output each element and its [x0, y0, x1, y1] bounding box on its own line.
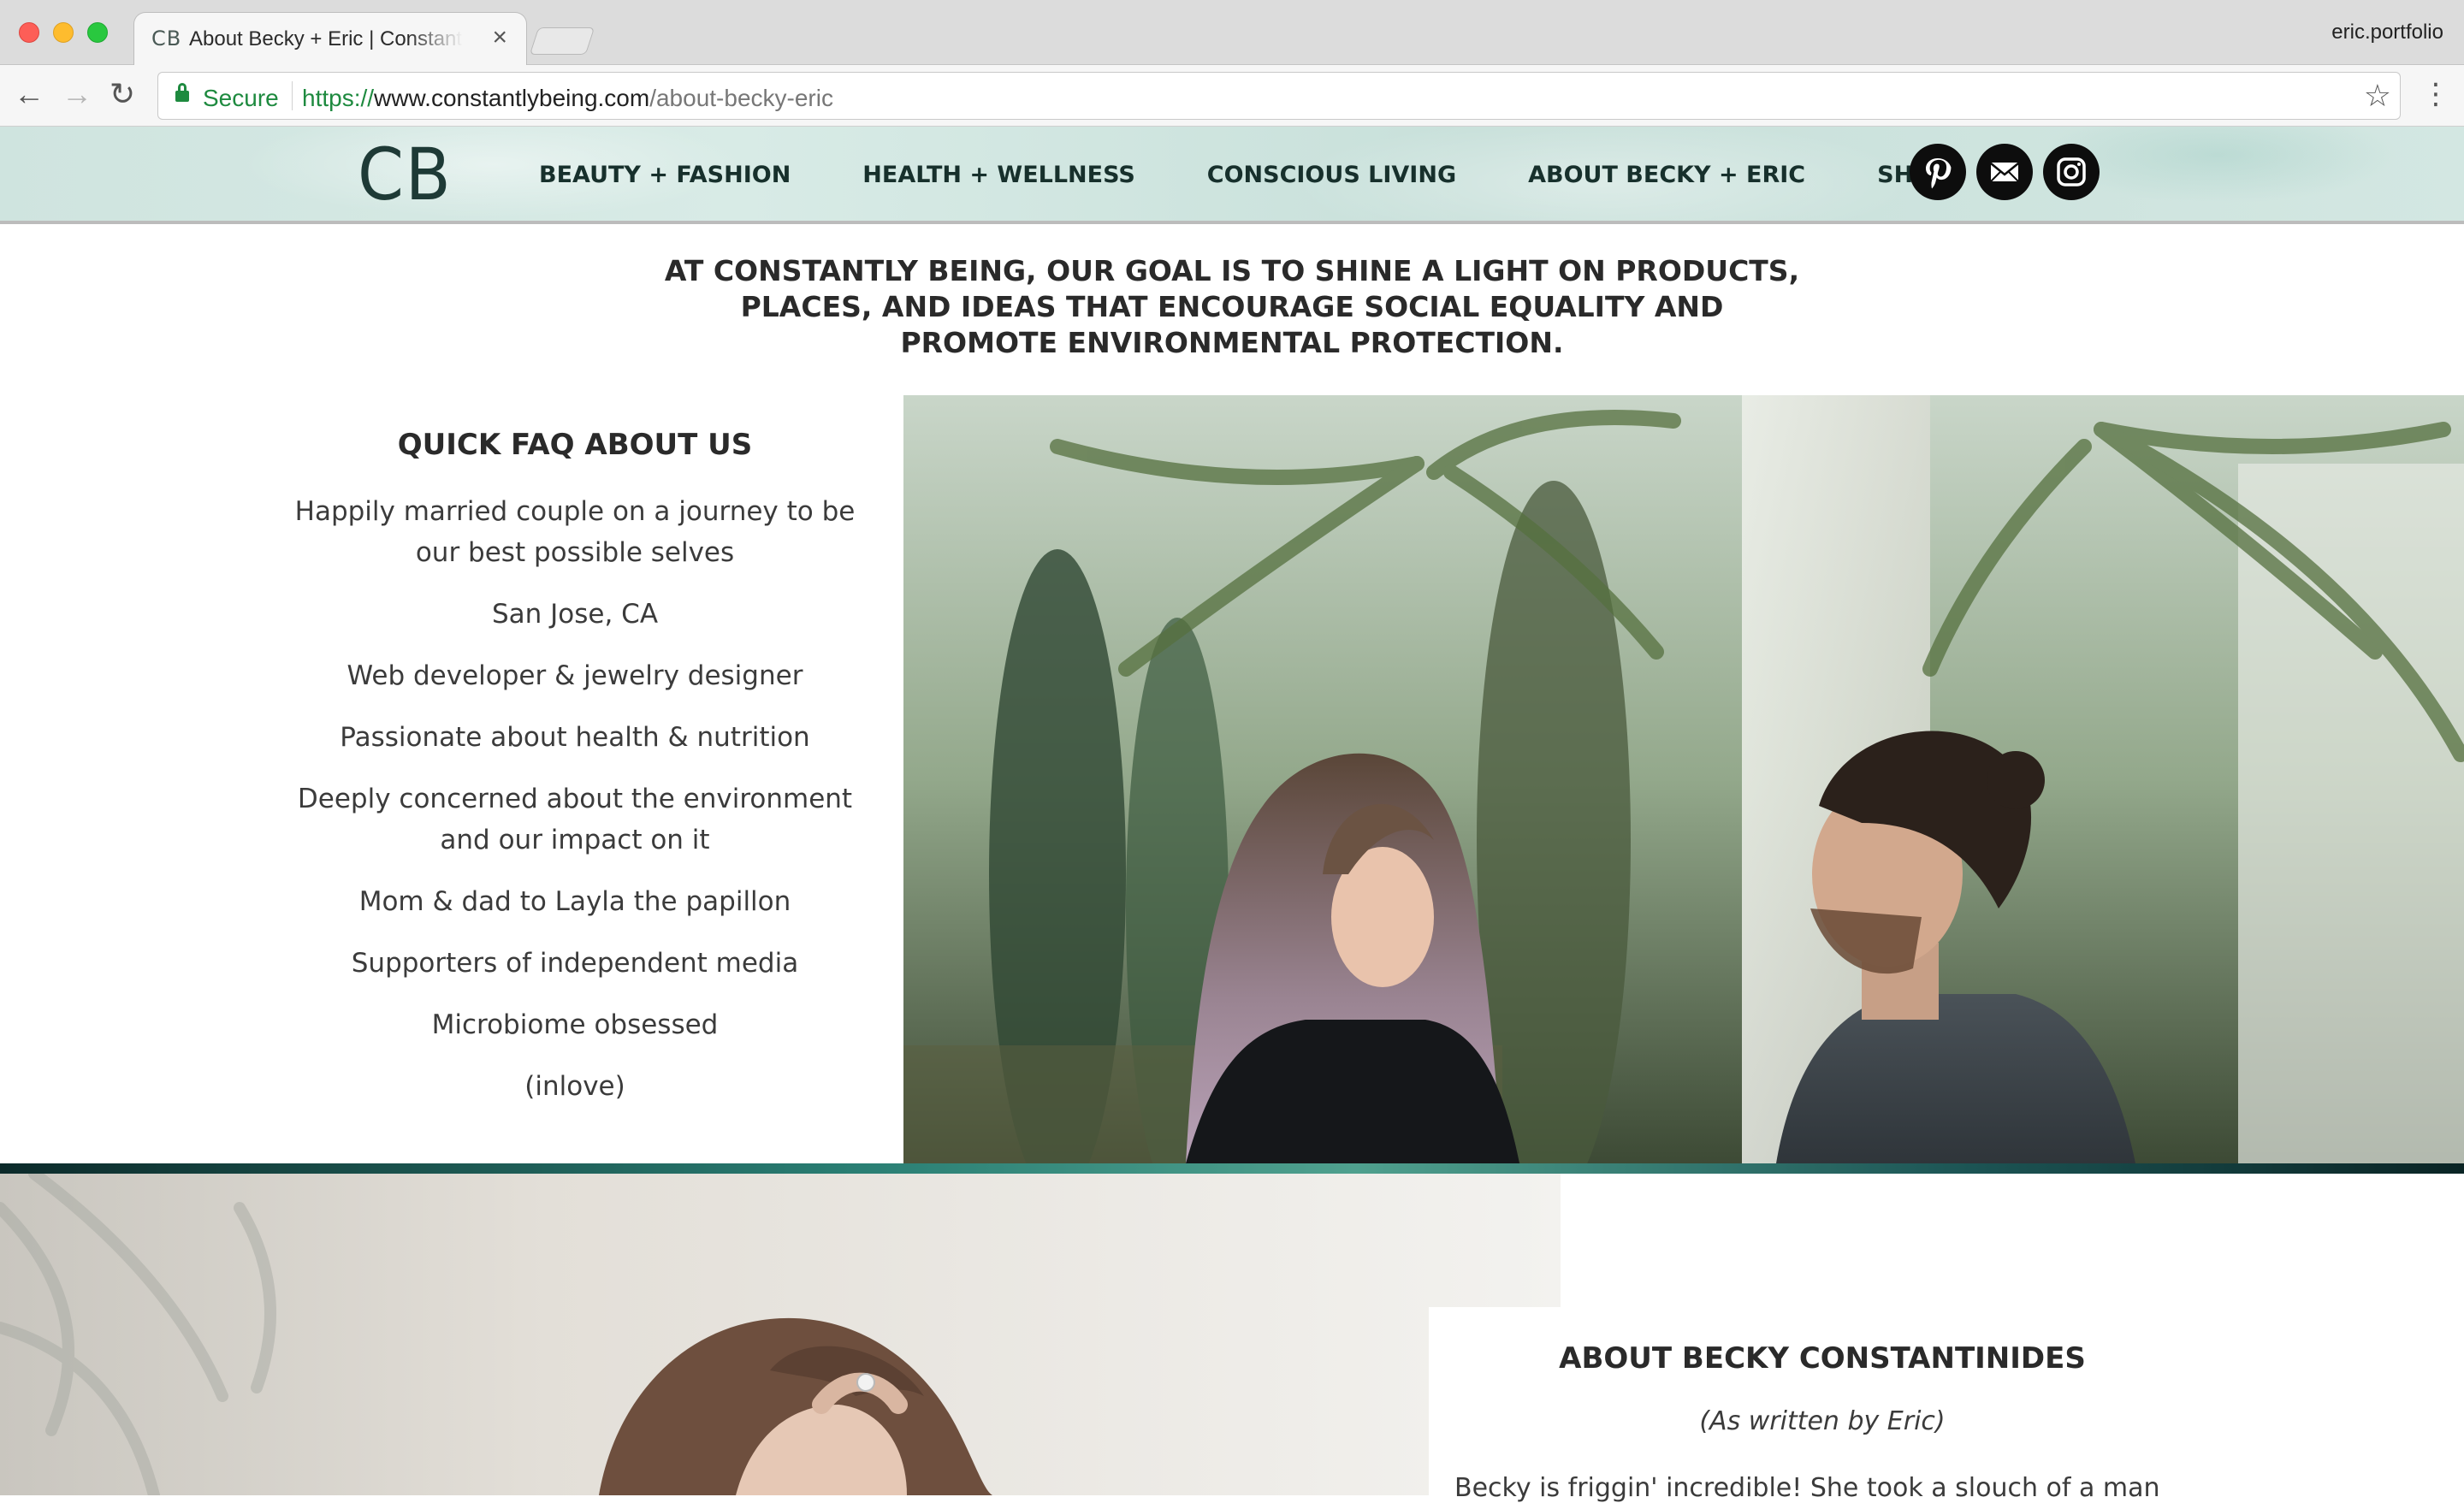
url-path: /about-becky-eric [649, 85, 833, 111]
browser-tab-active[interactable]: CB About Becky + Eric | Constantly Being… [133, 12, 527, 65]
faq-list: Happily married couple on a journey to b… [275, 491, 874, 1127]
pinterest-icon[interactable] [1910, 144, 1966, 200]
forward-arrow-icon[interactable]: → [62, 77, 92, 111]
minimize-window-button[interactable] [53, 22, 74, 43]
faq-item: (inlove) [524, 1071, 625, 1102]
couple-photo [903, 395, 2464, 1163]
faq-item: Web developer & jewelry designer [346, 660, 803, 691]
secure-label: Secure [203, 85, 279, 111]
nav-about-becky-eric[interactable]: ABOUT BECKY + ERIC [1528, 161, 1805, 190]
url-text[interactable]: https://www.constantlybeing.com/about-be… [302, 85, 833, 112]
about-subtitle: (As written by Eric) [1699, 1406, 1946, 1436]
site-favicon-icon: CB [151, 27, 182, 50]
bookmark-star-icon[interactable]: ☆ [2364, 78, 2391, 114]
faq-item: Supporters of independent media [351, 948, 799, 979]
faq-title: QUICK FAQ ABOUT US [397, 428, 753, 462]
becky-portrait-photo [0, 1174, 1561, 1495]
tab-title: About Becky + Eric | Constantly Being [189, 27, 463, 50]
faq-item: Mom & dad to Layla the papillon [358, 886, 791, 917]
about-body-text: Becky is friggin' incredible! She took a… [1454, 1473, 2160, 1503]
site-header: CB BEAUTY + FASHION HEALTH + WELLNESS CO… [0, 127, 2464, 224]
browser-toolbar: ← → ↻ Secure https://www.constantlybeing… [0, 65, 2464, 127]
zoom-window-button[interactable] [87, 22, 108, 43]
url-host: www.constantlybeing.com [374, 85, 650, 111]
instagram-icon[interactable] [2043, 144, 2100, 200]
site-logo[interactable]: CB [358, 139, 453, 210]
faq-item: Microbiome obsessed [431, 1009, 719, 1040]
about-card [1429, 1307, 2464, 1495]
profile-name[interactable]: eric.portfolio [2331, 21, 2443, 44]
mission-statement: AT CONSTANTLY BEING, OUR GOAL IS TO SHIN… [664, 254, 1800, 359]
nav-conscious-living[interactable]: CONSCIOUS LIVING [1207, 161, 1456, 190]
new-tab-button[interactable] [529, 27, 595, 55]
lock-icon [175, 83, 189, 104]
close-window-button[interactable] [19, 22, 39, 43]
faq-item: Happily married couple on a journey to b… [294, 496, 856, 568]
nav-beauty-fashion[interactable]: BEAUTY + FASHION [539, 161, 791, 190]
faq-item: Deeply concerned about the environment a… [297, 784, 853, 855]
email-icon[interactable] [1976, 144, 2033, 200]
address-bar[interactable]: Secure https://www.constantlybeing.com/a… [157, 72, 2401, 120]
faq-item: San Jose, CA [491, 599, 659, 630]
browser-menu-icon[interactable]: ⋮ [2421, 77, 2450, 111]
nav-health-wellness[interactable]: HEALTH + WELLNESS [862, 161, 1134, 190]
back-arrow-icon[interactable]: ← [14, 77, 44, 111]
section-divider [0, 1163, 2464, 1174]
faq-item: Passionate about health & nutrition [340, 722, 810, 753]
about-title: ABOUT BECKY CONSTANTINIDES [1559, 1341, 2086, 1376]
main-nav: BEAUTY + FASHION HEALTH + WELLNESS CONSC… [539, 161, 1950, 190]
url-scheme: https:// [302, 85, 375, 111]
becky-portrait-illustration [0, 1174, 1561, 1495]
tab-close-icon[interactable]: × [492, 23, 507, 52]
browser-tab-bar: CB About Becky + Eric | Constantly Being… [0, 0, 2464, 65]
reload-icon[interactable]: ↻ [110, 77, 135, 111]
address-divider [292, 81, 293, 110]
couple-photo-illustration [903, 395, 2464, 1163]
